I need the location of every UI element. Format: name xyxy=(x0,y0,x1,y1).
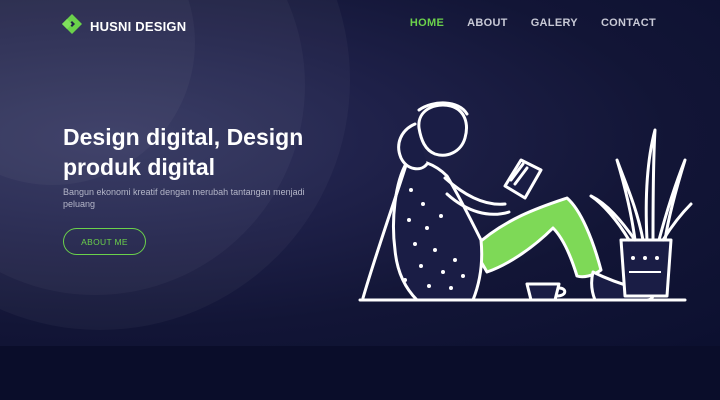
hero-subtitle: Bangun ekonomi kreatif dengan merubah ta… xyxy=(63,187,305,209)
nav-item-contact[interactable]: CONTACT xyxy=(601,17,656,29)
headline-line-1: Design digital, Design xyxy=(63,124,304,150)
navbar: HUSNI DESIGN HOME ABOUT GALERY CONTACT xyxy=(0,0,720,46)
nav-item-galery[interactable]: GALERY xyxy=(531,17,578,29)
next-section-band xyxy=(0,346,720,400)
nav-item-about[interactable]: ABOUT xyxy=(467,17,508,29)
woman-reading-book-illustration xyxy=(358,101,693,302)
headline-line-2: produk digital xyxy=(63,154,216,180)
nav-menu: HOME ABOUT GALERY CONTACT xyxy=(387,17,656,29)
nav-item-home[interactable]: HOME xyxy=(410,17,444,29)
brand-logo[interactable]: HUSNI DESIGN xyxy=(60,12,186,41)
hero-headline: Design digital, Design produk digital xyxy=(63,122,353,182)
brand-name: HUSNI DESIGN xyxy=(90,19,187,34)
diamond-logo-icon xyxy=(60,12,84,41)
hero-section: HUSNI DESIGN HOME ABOUT GALERY CONTACT D… xyxy=(0,0,720,346)
about-me-button[interactable]: ABOUT ME xyxy=(63,228,146,255)
